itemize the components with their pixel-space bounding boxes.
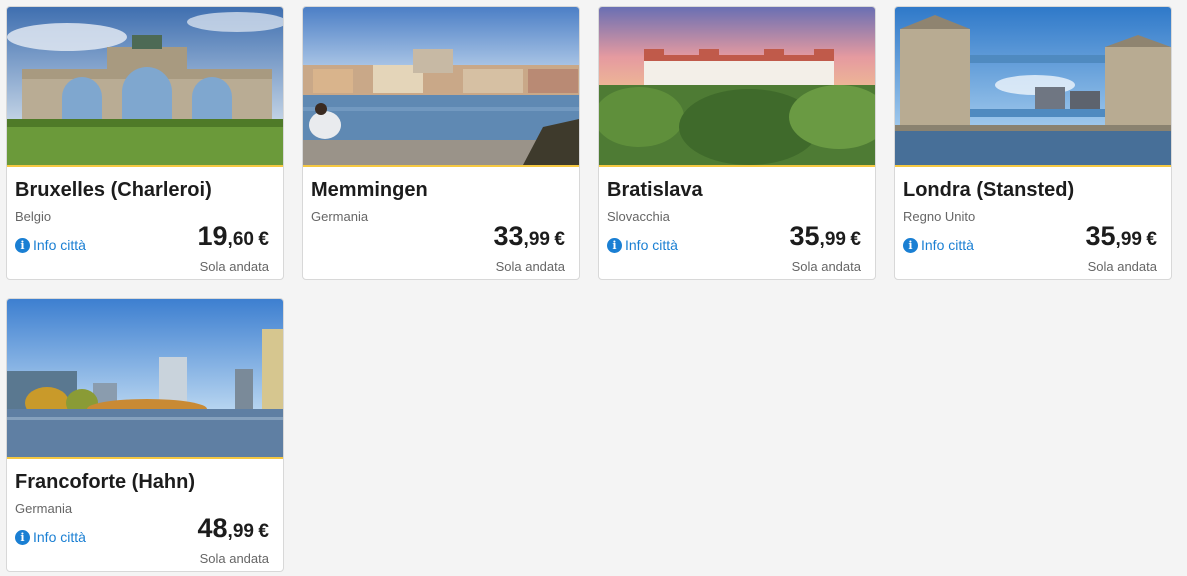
card-accent-line: [599, 165, 875, 167]
country-name: Germania: [311, 209, 369, 224]
fare-type: Sola andata: [791, 259, 861, 274]
destination-card-francoforte[interactable]: Francoforte (Hahn) Germania i Info città…: [6, 298, 284, 572]
city-name: Bruxelles (Charleroi): [15, 179, 212, 201]
fare-type: Sola andata: [199, 259, 269, 274]
lake-town-icon: [303, 7, 579, 165]
country-name: Germania: [15, 501, 73, 516]
city-name: Francoforte (Hahn): [15, 471, 195, 493]
info-city-link[interactable]: i Info città: [903, 237, 974, 253]
price-integer: 33: [493, 221, 524, 251]
card-accent-line: [7, 165, 283, 167]
price-integer: 19: [197, 221, 228, 251]
price-decimal: ,99: [819, 229, 846, 250]
info-icon: i: [15, 529, 30, 545]
info-city-label: Info città: [33, 529, 86, 545]
info-icon: i: [903, 237, 918, 253]
info-city-link[interactable]: i Info città: [15, 237, 86, 253]
price-integer: 35: [789, 221, 820, 251]
skyline-river-icon: [7, 299, 283, 457]
price: 48,99 €: [198, 513, 270, 544]
card-accent-line: [303, 165, 579, 167]
price-currency: €: [554, 229, 565, 250]
price-decimal: ,99: [227, 521, 254, 542]
city-name: Bratislava: [607, 179, 703, 201]
price-integer: 35: [1085, 221, 1116, 251]
price-integer: 48: [197, 513, 228, 543]
city-name: Memmingen: [311, 179, 428, 201]
destination-card-memmingen[interactable]: Memmingen Germania 33,99 € Sola andata: [302, 6, 580, 280]
country-name: Belgio: [15, 209, 52, 224]
price: 35,99 €: [1086, 221, 1158, 252]
destination-card-bruxelles[interactable]: Bruxelles (Charleroi) Belgio i Info citt…: [6, 6, 284, 280]
tower-bridge-icon: [895, 7, 1171, 165]
city-name: Londra (Stansted): [903, 179, 1075, 201]
info-city-label: Info città: [921, 237, 974, 253]
price: 19,60 €: [198, 221, 270, 252]
destination-card-bratislava[interactable]: Bratislava Slovacchia i Info città 35,99…: [598, 6, 876, 280]
price-currency: €: [850, 229, 861, 250]
card-accent-line: [7, 457, 283, 459]
card-accent-line: [895, 165, 1171, 167]
info-city-label: Info città: [33, 237, 86, 253]
info-city-link[interactable]: i Info città: [15, 529, 86, 545]
arch-park-icon: [7, 7, 283, 165]
fare-type: Sola andata: [1087, 259, 1157, 274]
price-currency: €: [258, 229, 269, 250]
destination-card-londra[interactable]: Londra (Stansted) Regno Unito i Info cit…: [894, 6, 1172, 280]
info-city-link[interactable]: i Info città: [607, 237, 678, 253]
price-currency: €: [1146, 229, 1157, 250]
info-icon: i: [15, 237, 30, 253]
castle-icon: [599, 7, 875, 165]
fare-type: Sola andata: [495, 259, 565, 274]
fare-type: Sola andata: [199, 551, 269, 566]
country-name: Regno Unito: [903, 209, 976, 224]
destination-grid: Bruxelles (Charleroi) Belgio i Info citt…: [0, 0, 1187, 576]
country-name: Slovacchia: [607, 209, 670, 224]
price: 33,99 €: [494, 221, 566, 252]
price-decimal: ,99: [1115, 229, 1142, 250]
price-decimal: ,99: [523, 229, 550, 250]
info-icon: i: [607, 237, 622, 253]
info-city-label: Info città: [625, 237, 678, 253]
price-decimal: ,60: [227, 229, 254, 250]
price-currency: €: [258, 521, 269, 542]
price: 35,99 €: [790, 221, 862, 252]
